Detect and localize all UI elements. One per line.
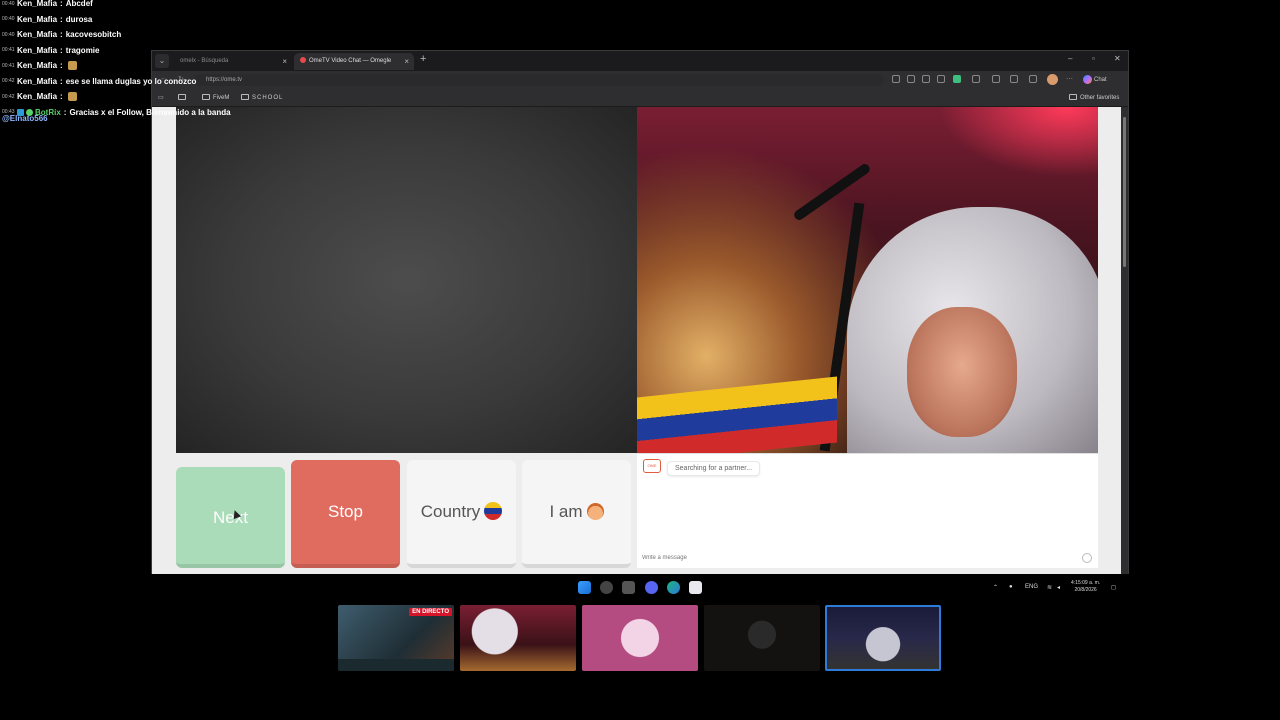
more-menu-icon[interactable]: ⋯ xyxy=(1066,75,1073,83)
profile-avatar[interactable] xyxy=(1047,74,1058,85)
folder-icon xyxy=(241,94,249,100)
capcut-icon[interactable] xyxy=(689,581,702,594)
chat-text: durosa xyxy=(65,14,93,24)
stream-thumbnail[interactable] xyxy=(582,605,698,671)
stream-thumbnail-active[interactable] xyxy=(825,605,941,671)
favorites-icon[interactable] xyxy=(992,75,1000,83)
ometv-favicon-icon xyxy=(300,57,306,64)
person-face xyxy=(907,307,1017,437)
text-chat-panel: OME Searching for a partner... xyxy=(637,453,1098,568)
copilot-button[interactable]: Chat xyxy=(1083,74,1107,86)
stream-chat-overlay: 00:40 Ken_Mafia: Abcdef 00:40 Ken_Mafia:… xyxy=(0,0,240,120)
status-message: Searching for a partner... xyxy=(667,461,761,476)
refresh-ext-icon[interactable] xyxy=(972,75,980,83)
chat-message: 00:42 Ken_Mafia: ese se llama duglas yo … xyxy=(2,76,197,86)
boy-emoji-icon xyxy=(586,503,604,520)
chat-username: Ken_Mafia xyxy=(17,14,58,24)
emoji-picker-icon[interactable] xyxy=(1082,553,1092,563)
favorite-star-icon[interactable] xyxy=(937,75,945,83)
camera-icon[interactable] xyxy=(892,75,900,83)
chat-message: 00:41 Ken_Mafia: tragomie xyxy=(2,45,100,55)
chat-text: Gracias x el Follow, Bienvenido a la ban… xyxy=(69,107,231,117)
favorites-bar: ▭ FiveM SCHOOL Other favorites xyxy=(152,89,1128,107)
chat-username: Ken_Mafia xyxy=(17,76,58,86)
page-scrollbar[interactable] xyxy=(1121,107,1128,574)
minimize-icon[interactable]: – xyxy=(1068,54,1072,63)
chat-username: Ken_Mafia xyxy=(17,0,58,9)
chat-message: 00:41 Ken_Mafia: xyxy=(0,58,240,74)
chrome-icon[interactable] xyxy=(600,581,613,594)
app-available-icon[interactable] xyxy=(922,75,930,83)
extension-icon[interactable] xyxy=(953,75,961,83)
reader-icon[interactable] xyxy=(907,75,915,83)
partner-video-static xyxy=(176,107,637,453)
windows-taskbar: ⌃ ● ENG ≋ ◂ 4:15:09 a. m. 20/8/2026 ◻ xyxy=(151,576,1129,600)
ometv-page: Next Stop Country I am OME Searching for… xyxy=(152,107,1122,574)
message-input[interactable] xyxy=(642,552,1072,564)
chat-username: Ken_Mafia xyxy=(17,92,58,102)
new-tab-plus-icon[interactable]: + xyxy=(420,53,426,65)
edge-icon[interactable] xyxy=(667,581,680,594)
discord-icon[interactable] xyxy=(645,581,658,594)
url-field[interactable]: https://ome.tv xyxy=(194,74,884,86)
volume-icon[interactable]: ◂ xyxy=(1057,584,1060,591)
chat-message: 00:40 Ken_Mafia: durosa xyxy=(2,14,93,24)
verified-badge-icon xyxy=(26,108,33,116)
maximize-icon[interactable]: ▫ xyxy=(1092,54,1095,63)
close-tab-icon[interactable]: × xyxy=(282,53,287,70)
notifications-icon[interactable]: ◻ xyxy=(1111,584,1116,591)
stop-button[interactable]: Stop xyxy=(291,460,400,568)
chat-text: tragomie xyxy=(65,45,100,55)
other-favorites[interactable]: Other favorites xyxy=(1069,94,1119,101)
browser-window: ⌄ omelx - Búsqueda × OmeTV Video Chat — … xyxy=(151,50,1129,574)
chat-message: 00:40 Ken_Mafia: Abcdef xyxy=(2,0,93,9)
bot-badge-icon xyxy=(17,108,24,116)
stream-thumbnail[interactable] xyxy=(460,605,576,671)
chat-text: kacovesobitch xyxy=(65,30,122,40)
chat-username: Ken_Mafia xyxy=(17,61,58,71)
stream-thumbnail[interactable] xyxy=(704,605,820,671)
tab-bar: ⌄ omelx - Búsqueda × OmeTV Video Chat — … xyxy=(152,51,1128,71)
address-bar: ← ↻ https://ome.tv ⋯ Chat xyxy=(152,71,1128,89)
favorite-school[interactable]: SCHOOL xyxy=(241,94,283,101)
chat-emote-icon xyxy=(67,92,77,102)
wifi-icon[interactable]: ≋ xyxy=(1047,584,1052,591)
chat-text: ese se llama duglas yo lo conozco xyxy=(65,76,197,86)
next-button[interactable]: Next xyxy=(176,467,285,568)
country-button[interactable]: Country xyxy=(407,460,516,568)
file-explorer-icon[interactable] xyxy=(622,581,635,594)
copilot-icon xyxy=(1083,74,1092,84)
stream-thumbnail[interactable]: EN DIRECTO xyxy=(338,605,454,671)
chat-message: 00:42 Ken_Mafia: xyxy=(0,89,240,105)
chat-message: 00:40 Ken_Mafia: kacovesobitch xyxy=(2,30,122,40)
tray-chevron-icon[interactable]: ⌃ xyxy=(993,584,998,591)
collections-icon[interactable] xyxy=(1029,75,1037,83)
self-video xyxy=(637,107,1098,453)
microphone-icon[interactable]: ● xyxy=(1009,584,1013,590)
chat-message: 00:43 BotRix: Gracias x el Follow, Bienv… xyxy=(2,107,231,117)
chat-username: Ken_Mafia xyxy=(17,45,58,55)
gender-button[interactable]: I am xyxy=(522,460,631,568)
close-window-icon[interactable]: ✕ xyxy=(1114,54,1121,63)
chat-username: Ken_Mafia xyxy=(17,30,58,40)
system-clock[interactable]: 4:15:09 a. m. 20/8/2026 xyxy=(1071,580,1100,594)
language-indicator[interactable]: ENG xyxy=(1025,584,1038,590)
folder-icon xyxy=(1069,94,1077,100)
tab-ometv[interactable]: OmeTV Video Chat — Omegle × xyxy=(294,53,414,70)
chat-username: BotRix xyxy=(35,107,61,117)
start-windows-icon[interactable] xyxy=(578,581,591,594)
live-badge: EN DIRECTO xyxy=(409,608,452,616)
close-tab-icon[interactable]: × xyxy=(404,53,409,70)
venezuela-flag-icon xyxy=(484,502,503,520)
split-screen-icon[interactable] xyxy=(1010,75,1018,83)
flag xyxy=(637,376,837,453)
ometv-logo-icon: OME xyxy=(643,459,661,473)
chat-emote-icon xyxy=(67,61,77,71)
chat-text: Abcdef xyxy=(65,0,93,9)
